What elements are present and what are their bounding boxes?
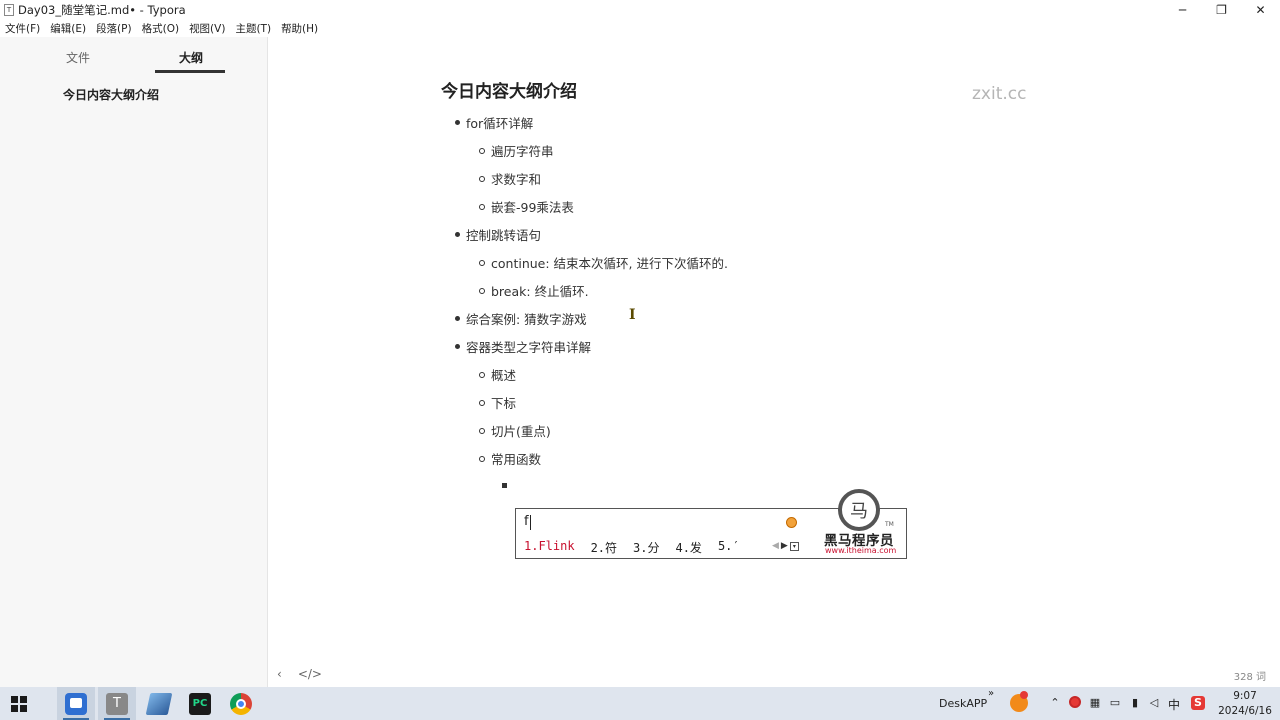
ime-composition-text: f: [524, 514, 529, 529]
active-tab-indicator: [155, 70, 225, 73]
toolbar-expand-icon[interactable]: »: [988, 688, 994, 699]
text-cursor-icon: I: [629, 307, 636, 323]
clipboard-icon[interactable]: ▦: [1088, 696, 1102, 710]
sidebar-tabs: 文件 大纲: [0, 37, 267, 75]
list-item[interactable]: 嵌套-99乘法表: [491, 197, 574, 216]
list-item[interactable]: 求数字和: [491, 169, 541, 188]
ime-page-controls: ◀ ▶ ▾: [772, 541, 799, 551]
microphone-icon[interactable]: ▮: [1128, 696, 1142, 710]
list-item[interactable]: 容器类型之字符串详解: [466, 337, 591, 356]
ime-candidate[interactable]: 4.发: [675, 539, 701, 556]
menu-edit[interactable]: 编辑(E): [45, 21, 91, 36]
logo-trademark: TM: [885, 521, 894, 528]
list-item[interactable]: 下标: [491, 393, 516, 412]
clock-date: 2024/6/16: [1218, 705, 1272, 717]
window-controls: ─ ❐ ✕: [1163, 0, 1280, 19]
display-icon[interactable]: ▭: [1108, 696, 1122, 710]
bullet-icon: [479, 148, 485, 154]
record-icon[interactable]: [1068, 696, 1082, 710]
taskbar-clock[interactable]: 9:07 2024/6/16: [1215, 689, 1275, 719]
chevron-up-icon[interactable]: ⌃: [1048, 696, 1062, 710]
tab-files[interactable]: 文件: [66, 49, 90, 66]
notification-app-icon[interactable]: [1010, 691, 1028, 712]
bullet-icon: [479, 400, 485, 406]
menu-paragraph[interactable]: 段落(P): [91, 21, 137, 36]
bullet-icon: [479, 372, 485, 378]
chat-app-icon[interactable]: [65, 693, 87, 715]
document-heading[interactable]: 今日内容大纲介绍: [441, 77, 577, 102]
editor-content[interactable]: 今日内容大纲介绍 zxit.cc for循环详解 遍历字符串 求数字和 嵌套-9…: [269, 37, 1280, 687]
list-item[interactable]: 综合案例: 猜数字游戏: [466, 309, 587, 328]
menu-format[interactable]: 格式(O): [137, 21, 184, 36]
menu-bar: 文件(F) 编辑(E) 段落(P) 格式(O) 视图(V) 主题(T) 帮助(H…: [0, 19, 1280, 37]
taskbar: T PC DeskAPP » ⌃ ▦ ▭ ▮ ◁ 中 S 9:07 2024/6…: [0, 687, 1280, 720]
word-count[interactable]: 328 词: [1234, 668, 1266, 683]
menu-view[interactable]: 视图(V): [184, 21, 230, 36]
bullet-icon: [455, 120, 460, 125]
sidebar: 文件 大纲 今日内容大纲介绍: [0, 37, 268, 687]
menu-file[interactable]: 文件(F): [0, 21, 45, 36]
sogou-ime-icon[interactable]: S: [1191, 696, 1205, 710]
bullet-icon: [455, 316, 460, 321]
list-item[interactable]: continue: 结束本次循环, 进行下次循环的.: [491, 253, 728, 272]
watermark: zxit.cc: [972, 84, 1027, 104]
list-item[interactable]: 切片(重点): [491, 421, 551, 440]
deskapp-label[interactable]: DeskAPP: [939, 697, 987, 710]
ime-emoji-icon[interactable]: [786, 517, 797, 528]
typora-app-icon: T: [4, 3, 14, 16]
list-item[interactable]: break: 终止循环.: [491, 281, 589, 300]
window-title: Day03_随堂笔记.md• - Typora: [18, 2, 186, 17]
ime-language-indicator[interactable]: 中: [1168, 696, 1180, 713]
close-button[interactable]: ✕: [1241, 0, 1280, 19]
menu-help[interactable]: 帮助(H): [276, 21, 323, 36]
menu-theme[interactable]: 主题(T): [230, 21, 276, 36]
minimize-button[interactable]: ─: [1163, 0, 1202, 19]
ime-next-page-icon[interactable]: ▶: [781, 541, 788, 551]
outline-item[interactable]: 今日内容大纲介绍: [63, 86, 159, 103]
bullet-icon: [455, 232, 460, 237]
logo-url: www.itheima.com: [825, 546, 897, 555]
footer-controls: ‹ </>: [277, 667, 322, 681]
bullet-icon: [479, 428, 485, 434]
bullet-icon: [479, 456, 485, 462]
title-bar: T Day03_随堂笔记.md• - Typora ─ ❐ ✕: [0, 0, 1280, 19]
bullet-icon: [455, 344, 460, 349]
ime-caret: [530, 515, 531, 530]
bullet-icon: [479, 204, 485, 210]
windows-logo-icon: [11, 696, 27, 712]
ime-menu-icon[interactable]: ▾: [789, 541, 799, 551]
list-item[interactable]: 控制跳转语句: [466, 225, 541, 244]
list-item[interactable]: 概述: [491, 365, 516, 384]
bullet-icon: [479, 176, 485, 182]
list-item[interactable]: for循环详解: [466, 113, 533, 132]
tab-outline[interactable]: 大纲: [179, 49, 203, 66]
ime-candidate-window: f 1.Flink 2.符 3.分 4.发 5.′ ◀ ▶ ▾ 马 TM 黑马程…: [515, 489, 907, 559]
bullet-square-icon: [502, 483, 507, 488]
ime-candidate[interactable]: 1.Flink: [524, 539, 575, 556]
notebook-app-icon[interactable]: [145, 693, 173, 715]
list-item[interactable]: 常用函数: [491, 449, 541, 468]
ime-candidate[interactable]: 3.分: [633, 539, 659, 556]
pycharm-icon[interactable]: PC: [189, 693, 211, 715]
ime-candidate[interactable]: 2.符: [591, 539, 617, 556]
speaker-icon[interactable]: ◁: [1147, 696, 1161, 710]
chrome-icon[interactable]: [230, 693, 252, 715]
clock-time: 9:07: [1233, 690, 1257, 702]
start-button[interactable]: [11, 696, 27, 712]
ime-prev-page-icon[interactable]: ◀: [772, 541, 779, 551]
restore-button[interactable]: ❐: [1202, 0, 1241, 19]
bullet-icon: [479, 288, 485, 294]
list-item[interactable]: 遍历字符串: [491, 141, 554, 160]
back-icon[interactable]: ‹: [277, 667, 282, 681]
ime-candidate[interactable]: 5.′: [718, 539, 740, 556]
ime-candidates: 1.Flink 2.符 3.分 4.发 5.′: [524, 539, 740, 556]
source-code-icon[interactable]: </>: [298, 667, 322, 681]
itheima-logo-icon: 马: [838, 489, 880, 531]
bullet-icon: [479, 260, 485, 266]
typora-taskbar-icon[interactable]: T: [106, 693, 128, 715]
